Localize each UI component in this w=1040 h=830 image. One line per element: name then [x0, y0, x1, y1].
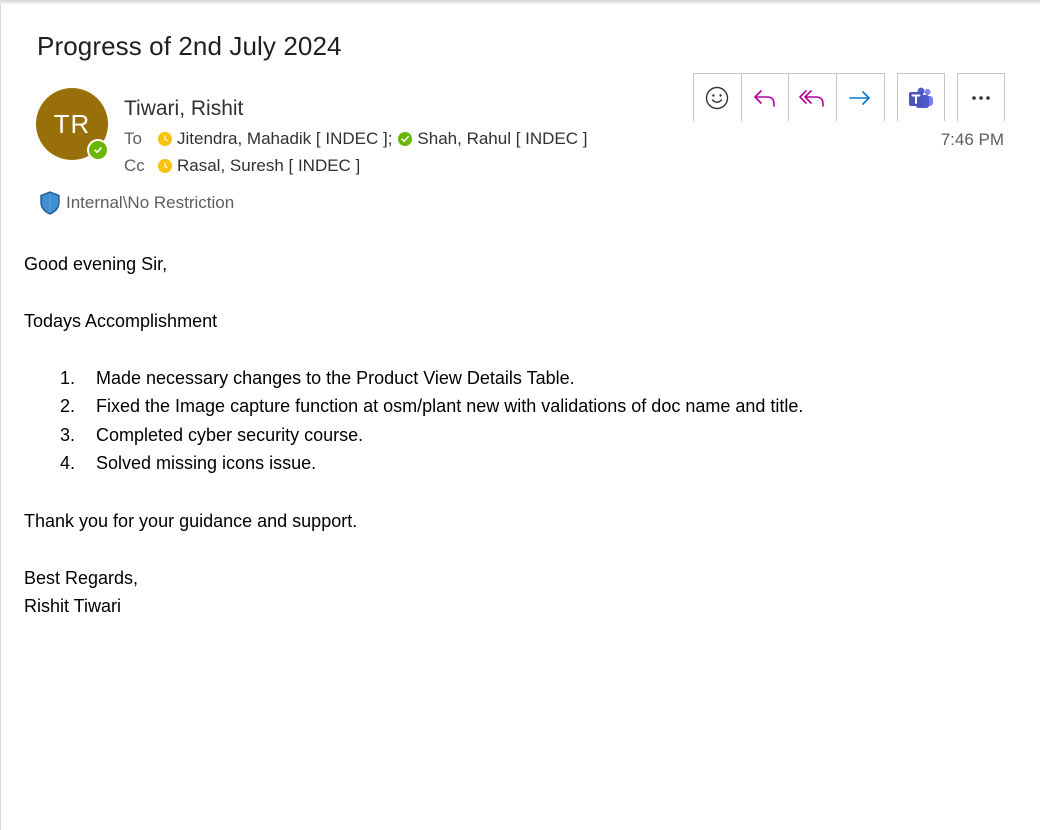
greeting-text: Good evening Sir,	[24, 254, 168, 274]
presence-away-icon	[158, 132, 172, 146]
more-options-icon[interactable]	[958, 74, 1004, 121]
accomplishment-list: 1. Made necessary changes to the Product …	[60, 364, 1014, 478]
reply-icon[interactable]	[742, 74, 789, 121]
list-item: 2. Fixed the Image capture function at os…	[60, 396, 804, 417]
window-top-border	[0, 0, 1040, 4]
to-row: To Jitendra, Mahadik [ INDEC ]; Shah, Ra…	[124, 129, 588, 149]
recipient-name[interactable]: Shah, Rahul [ INDEC ]	[417, 129, 587, 149]
more-toolbar	[957, 73, 1005, 121]
cc-label: Cc	[124, 156, 145, 175]
sensitivity-text: Internal\No Restriction	[66, 193, 235, 212]
to-label: To	[124, 129, 142, 148]
recipient-name[interactable]: Jitendra, Mahadik [ INDEC ];	[177, 129, 392, 149]
reply-all-icon[interactable]	[789, 74, 837, 121]
presence-away-icon	[158, 159, 172, 173]
forward-icon[interactable]	[837, 74, 884, 121]
signature-text: Rishit Tiwari	[24, 595, 122, 616]
avatar-initials: TR	[53, 108, 91, 139]
window-left-border	[0, 4, 1, 830]
teams-toolbar	[897, 73, 945, 121]
emoji-react-icon[interactable]	[694, 74, 742, 121]
sender-name[interactable]: Tiwari, Rishit	[124, 97, 243, 121]
shield-icon	[40, 191, 60, 215]
action-toolbar	[693, 73, 885, 121]
cc-row: Cc Rasal, Suresh [ INDEC ]	[124, 156, 360, 176]
recipient-name[interactable]: Rasal, Suresh [ INDEC ]	[177, 156, 360, 176]
sensitivity-label[interactable]: Internal\No Restriction	[38, 190, 234, 216]
list-item: 1. Made necessary changes to the Product …	[60, 368, 575, 388]
presence-available-icon	[87, 139, 109, 161]
list-item: 4. Solved missing icons issue.	[60, 453, 317, 474]
list-item: 3. Completed cyber security course.	[60, 424, 364, 445]
thanks-text: Thank you for your guidance and support.	[24, 510, 358, 531]
closing-text: Best Regards,	[24, 567, 139, 588]
heading-text: Todays Accomplishment	[24, 311, 218, 331]
received-time: 7:46 PM	[940, 130, 1004, 149]
email-body: Good evening Sir, Todays Accomplishment …	[24, 250, 1014, 620]
email-subject: Progress of 2nd July 2024	[37, 31, 342, 61]
presence-available-icon	[398, 132, 413, 146]
teams-icon[interactable]	[898, 74, 944, 121]
